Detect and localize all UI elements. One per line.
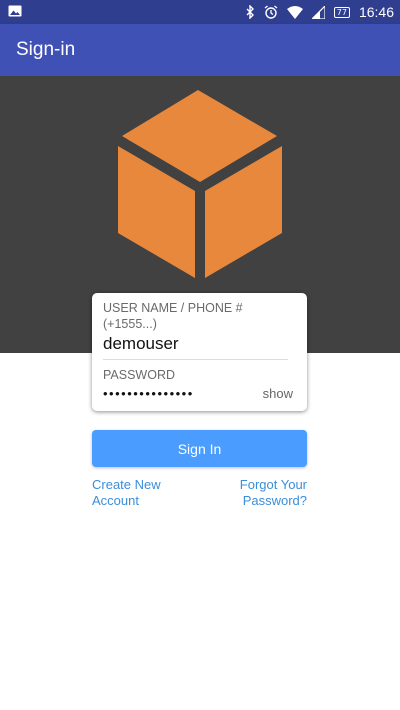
password-field[interactable]: ••••••••••••••• xyxy=(103,386,194,401)
sign-in-label: Sign In xyxy=(177,440,222,457)
show-password-button[interactable]: show xyxy=(263,386,293,401)
status-bar: 77 16:46 xyxy=(0,0,400,24)
alarm-icon xyxy=(264,5,278,19)
battery-icon: 77 xyxy=(333,6,350,18)
create-account-link[interactable]: Create New Account xyxy=(92,477,192,509)
page-title: Sign-in xyxy=(16,39,76,60)
image-icon xyxy=(8,4,22,18)
password-label: PASSWORD xyxy=(103,368,175,382)
wifi-icon xyxy=(286,5,303,19)
status-icons: 77 16:46 xyxy=(246,0,394,24)
signal-icon xyxy=(311,5,325,19)
clock: 16:46 xyxy=(358,4,394,20)
bluetooth-icon xyxy=(246,5,255,19)
username-field[interactable] xyxy=(103,333,288,355)
login-card: USER NAME / PHONE # (+1555...) PASSWORD … xyxy=(92,293,307,411)
sign-in-button[interactable]: Sign In xyxy=(92,430,307,467)
field-divider xyxy=(103,359,288,360)
username-label: USER NAME / PHONE # (+1555...) xyxy=(103,301,243,331)
app-bar: Sign-in xyxy=(0,24,400,76)
cube-icon xyxy=(110,90,290,285)
forgot-password-link[interactable]: Forgot Your Password? xyxy=(207,477,307,509)
